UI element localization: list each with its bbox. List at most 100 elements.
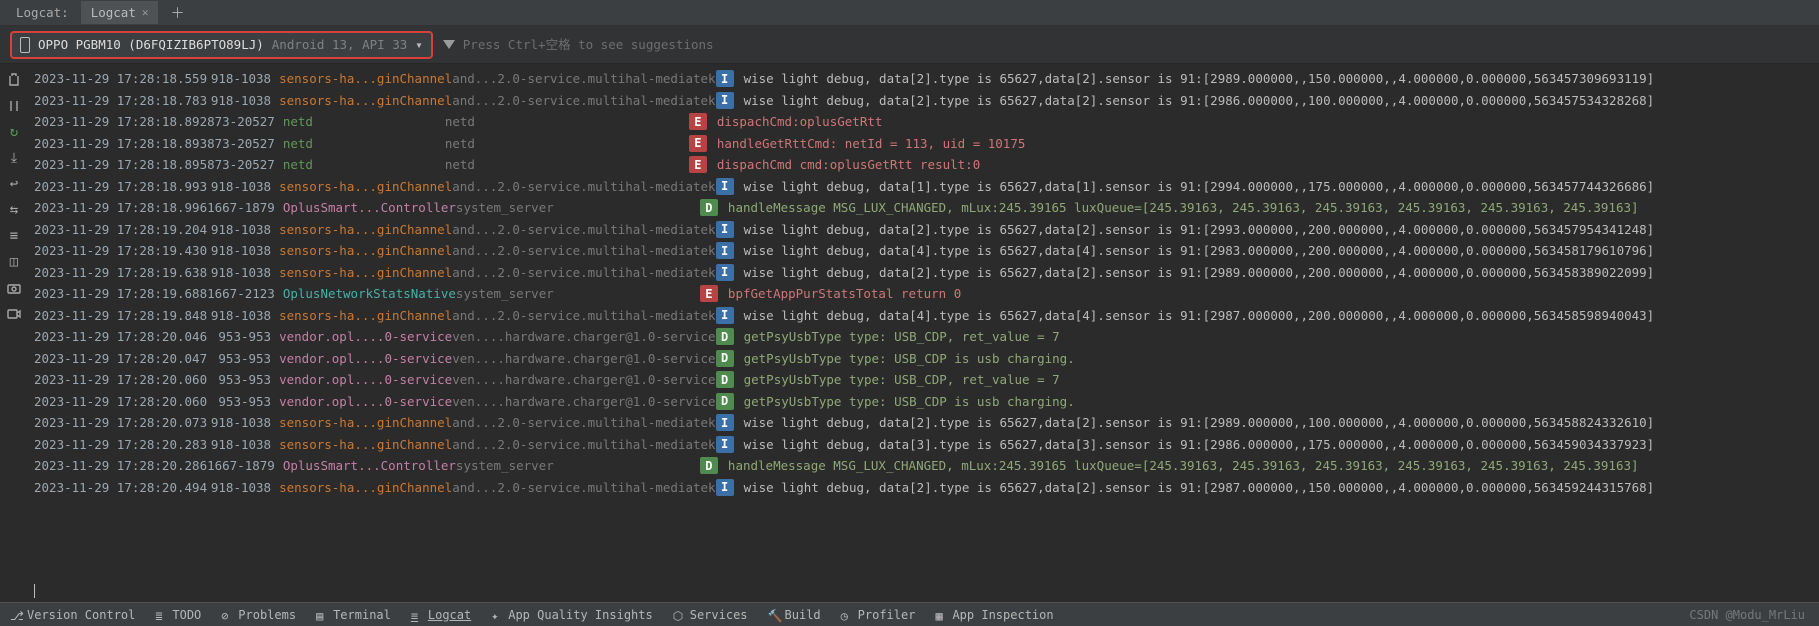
timestamp: 2023-11-29 17:28:20.046 [34,329,207,344]
problems-tab[interactable]: ⊘Problems [211,608,306,622]
level-badge: E [689,135,707,152]
pid: 918-1038 [207,480,279,495]
services-icon: ⬡ [673,609,685,621]
log-row[interactable]: 2023-11-29 17:28:20.283918-1038sensors-h… [28,434,1819,456]
log-row[interactable]: 2023-11-29 17:28:18.895873-20527netdnetd… [28,154,1819,176]
log-row[interactable]: 2023-11-29 17:28:19.6881667-2123OplusNet… [28,283,1819,305]
pid: 953-953 [207,394,279,409]
log-row[interactable]: 2023-11-29 17:28:18.9961667-1879OplusSma… [28,197,1819,219]
profiler-tab[interactable]: ◷Profiler [831,608,926,622]
scroll-end-icon[interactable]: ⤓ [6,150,22,166]
app: and...2.0-service.multihal-mediatek [452,437,715,452]
tab-logcat[interactable]: Logcat ✕ [81,1,159,24]
level-badge: I [716,479,734,496]
timestamp: 2023-11-29 17:28:19.430 [34,243,207,258]
appins-tab[interactable]: ▦App Inspection [925,608,1063,622]
app: and...2.0-service.multihal-mediatek [452,243,715,258]
log-row[interactable]: 2023-11-29 17:28:19.848918-1038sensors-h… [28,305,1819,327]
filters-icon[interactable]: ≡ [6,228,22,244]
log-row[interactable]: 2023-11-29 17:28:18.993918-1038sensors-h… [28,176,1819,198]
level-badge: D [716,371,734,388]
record-icon[interactable] [6,306,22,322]
tag: netd [283,157,445,172]
logcat-icon: ≡ [411,609,423,621]
services-tab[interactable]: ⬡Services [663,608,758,622]
phone-icon [20,37,30,53]
message: wise light debug, data[4].type is 65627,… [744,243,1655,258]
app: and...2.0-service.multihal-mediatek [452,480,715,495]
timestamp: 2023-11-29 17:28:19.688 [34,286,207,301]
tag: netd [283,136,445,151]
tag: vendor.opl....0-service [279,351,452,366]
tag: sensors-ha...ginChannel [279,243,452,258]
log-row[interactable]: 2023-11-29 17:28:19.430918-1038sensors-h… [28,240,1819,262]
level-badge: E [689,156,707,173]
terminal-tab[interactable]: ▤Terminal [306,608,401,622]
funnel-icon [443,40,455,50]
timestamp: 2023-11-29 17:28:20.494 [34,480,207,495]
branch-icon: ⎇ [10,609,22,621]
close-icon[interactable]: ✕ [142,6,149,19]
message: wise light debug, data[2].type is 65627,… [744,265,1655,280]
level-badge: E [700,285,718,302]
device-sub: Android 13, API 33 [272,37,407,52]
panel-label: Logcat: [6,1,79,24]
restart-icon[interactable]: ↻ [6,124,22,140]
log-row[interactable]: 2023-11-29 17:28:20.047953-953vendor.opl… [28,348,1819,370]
message: wise light debug, data[3].type is 65627,… [744,437,1655,452]
log-row[interactable]: 2023-11-29 17:28:20.494918-1038sensors-h… [28,477,1819,499]
clear-icon[interactable] [6,72,22,88]
timestamp: 2023-11-29 17:28:18.783 [34,93,207,108]
log-row[interactable]: 2023-11-29 17:28:20.046953-953vendor.opl… [28,326,1819,348]
tag: vendor.opl....0-service [279,394,452,409]
caret [34,584,35,598]
new-tab-button[interactable]: ＋ [160,3,194,23]
pid: 918-1038 [207,243,279,258]
level-badge: I [716,92,734,109]
logcat-tab[interactable]: ≡Logcat [401,608,481,622]
log-row[interactable]: 2023-11-29 17:28:18.892873-20527netdnetd… [28,111,1819,133]
soft-wrap-icon[interactable]: ↩ [6,176,22,192]
app: ven....hardware.charger@1.0-service [452,372,715,387]
build-icon: 🔨 [768,609,780,621]
log-list[interactable]: 2023-11-29 17:28:18.559918-1038sensors-h… [28,64,1819,602]
level-badge: D [700,199,718,216]
message: dispachCmd cmd:oplusGetRtt result:0 [717,157,980,172]
log-row[interactable]: 2023-11-29 17:28:19.638918-1038sensors-h… [28,262,1819,284]
profiler-icon: ◷ [841,609,853,621]
device-name: OPPO PGBM10 (D6FQIZIB6PTO89LJ) [38,37,264,52]
tag: sensors-ha...ginChannel [279,480,452,495]
todo-tab[interactable]: ≣TODO [145,608,211,622]
tag: sensors-ha...ginChannel [279,437,452,452]
split-icon[interactable]: ◫ [6,254,22,270]
log-row[interactable]: 2023-11-29 17:28:19.204918-1038sensors-h… [28,219,1819,241]
filter-input[interactable] [463,37,963,52]
message: wise light debug, data[1].type is 65627,… [744,179,1655,194]
timestamp: 2023-11-29 17:28:18.895 [34,157,207,172]
level-badge: I [716,178,734,195]
settings-icon[interactable]: ⇆ [6,202,22,218]
log-row[interactable]: 2023-11-29 17:28:18.893873-20527netdnetd… [28,133,1819,155]
aqi-tab[interactable]: ✦App Quality Insights [481,608,663,622]
timestamp: 2023-11-29 17:28:20.073 [34,415,207,430]
watermark: CSDN @Modu_MrLiu [1689,608,1819,622]
pause-icon[interactable] [6,98,22,114]
vcs-tab[interactable]: ⎇Version Control [0,608,145,622]
app: ven....hardware.charger@1.0-service [452,394,715,409]
message: handleMessage MSG_LUX_CHANGED, mLux:245.… [728,200,1639,215]
tag: sensors-ha...ginChannel [279,93,452,108]
log-row[interactable]: 2023-11-29 17:28:20.060953-953vendor.opl… [28,369,1819,391]
device-selector[interactable]: OPPO PGBM10 (D6FQIZIB6PTO89LJ) Android 1… [10,31,433,59]
build-tab[interactable]: 🔨Build [758,608,831,622]
log-row[interactable]: 2023-11-29 17:28:20.073918-1038sensors-h… [28,412,1819,434]
app: and...2.0-service.multihal-mediatek [452,93,715,108]
screenshot-icon[interactable] [6,280,22,296]
filter-field[interactable] [443,37,963,52]
log-row[interactable]: 2023-11-29 17:28:20.060953-953vendor.opl… [28,391,1819,413]
log-row[interactable]: 2023-11-29 17:28:18.783918-1038sensors-h… [28,90,1819,112]
bottombar: ⎇Version Control ≣TODO ⊘Problems ▤Termin… [0,602,1819,626]
todo-icon: ≣ [155,609,167,621]
log-row[interactable]: 2023-11-29 17:28:18.559918-1038sensors-h… [28,68,1819,90]
timestamp: 2023-11-29 17:28:20.060 [34,394,207,409]
log-row[interactable]: 2023-11-29 17:28:20.2861667-1879OplusSma… [28,455,1819,477]
